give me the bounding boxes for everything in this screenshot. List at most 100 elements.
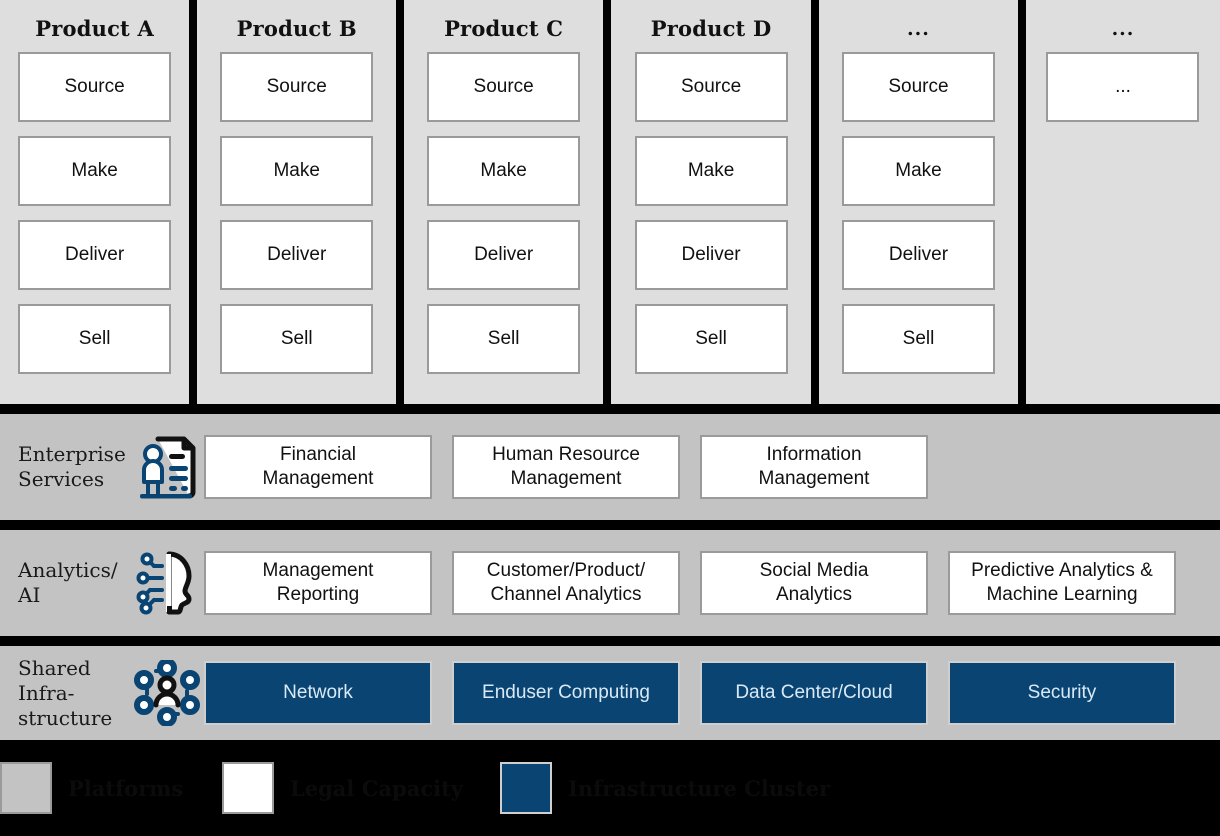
row-items-shared-infrastructure: Network Enduser Computing Data Center/Clou… <box>204 661 1220 725</box>
product-column-4[interactable]: Product D Source Make Deliver Sell <box>611 0 812 404</box>
row-label-line2: Infra- <box>18 680 75 705</box>
capability-box-enduser-computing[interactable]: Enduser Computing <box>452 661 680 725</box>
stage-box-make[interactable]: Make <box>841 136 995 206</box>
capability-label-line2: Management <box>758 468 870 489</box>
row-items-analytics-ai: Management Reporting Customer/Product/Chan… <box>204 551 1220 615</box>
stage-box-sell[interactable]: Sell <box>220 304 374 374</box>
product-band: Product A Source Make Deliver Sell Product B S… <box>0 0 1220 404</box>
product-column-title: Product B <box>236 16 357 41</box>
capability-label-line1: Human Resource <box>492 444 640 465</box>
stage-box-sell[interactable]: Sell <box>18 304 172 374</box>
stage-box-source[interactable]: Source <box>18 52 172 122</box>
column-divider <box>603 0 612 404</box>
capability-box-security[interactable]: Security <box>948 661 1176 725</box>
row-divider-1 <box>0 520 1220 530</box>
capability-label-line1: Management <box>262 560 374 581</box>
row-label-line1: Enterprise <box>18 442 126 466</box>
legend-swatch-white <box>222 762 274 814</box>
capability-label-line1: Security <box>1027 682 1097 703</box>
stage-box-source[interactable]: Source <box>634 52 788 122</box>
row-divider-2 <box>0 636 1220 646</box>
capability-box-predictive-analytics[interactable]: Predictive Analytics & Machine Learning <box>948 551 1176 615</box>
capability-box-information[interactable]: Information Management <box>700 435 928 499</box>
capability-label-line1: Enduser Computing <box>482 682 650 703</box>
row-label-enterprise-services: Enterprise Services <box>0 442 130 492</box>
legend-item-platforms: Platforms <box>0 762 183 814</box>
legend-swatch-blue <box>500 762 552 814</box>
capability-box-data-center-cloud[interactable]: Data Center/Cloud <box>700 661 928 725</box>
stage-box-sell[interactable]: Sell <box>841 304 995 374</box>
capability-box-human-resource[interactable]: Human Resource Management <box>452 435 680 499</box>
product-column-title: ... <box>1111 18 1135 40</box>
diagram-canvas: Product A Source Make Deliver Sell Product B S… <box>0 0 1220 836</box>
capability-label-line1: Customer/Product/ <box>486 560 646 581</box>
capability-label-line1: Network <box>283 682 353 703</box>
capability-label-line2: Machine Learning <box>986 584 1138 605</box>
stage-box-sell[interactable]: Sell <box>427 304 581 374</box>
product-column-1[interactable]: Product A Source Make Deliver Sell <box>0 0 190 404</box>
row-label-line2: AI <box>18 583 41 607</box>
product-column-6[interactable]: ...... <box>1025 0 1220 404</box>
product-column-2[interactable]: Product B Source Make Deliver Sell <box>197 0 397 404</box>
column-divider <box>811 0 820 404</box>
capability-label-line2: Management <box>510 468 622 489</box>
capability-box-social-media[interactable]: Social Media Analytics <box>700 551 928 615</box>
capability-label-line2: Channel Analytics <box>490 584 642 605</box>
person-document-icon <box>130 434 204 500</box>
row-label-shared-infrastructure: Shared Infra- structure <box>0 656 130 731</box>
stage-box-make[interactable]: Make <box>427 136 581 206</box>
capability-box-financial[interactable]: Financial Management <box>204 435 432 499</box>
row-label-line1: Analytics/ <box>18 558 118 582</box>
capability-box-customer-product[interactable]: Customer/Product/Channel Analytics <box>452 551 680 615</box>
stage-box-sell[interactable]: Sell <box>634 304 788 374</box>
stage-box-deliver[interactable]: Deliver <box>634 220 788 290</box>
legend-label: Platforms <box>68 775 184 801</box>
product-column-title: ... <box>907 18 930 40</box>
row-label-line2: Services <box>18 467 105 491</box>
column-divider <box>396 0 405 404</box>
legend-item-infrastructure-cluster: Infrastructure Cluster <box>500 762 830 814</box>
network-person-icon <box>130 660 204 726</box>
stage-box-source[interactable]: Source <box>220 52 374 122</box>
stage-box-source[interactable]: Source <box>841 52 995 122</box>
row-enterprise-services: Enterprise Services Financial Management H… <box>0 414 1220 520</box>
stage-box-source[interactable]: Source <box>427 52 581 122</box>
capability-box-network[interactable]: Network <box>204 661 432 725</box>
capability-box-management[interactable]: Management Reporting <box>204 551 432 615</box>
legend-item-legal-capacity: Legal Capacity <box>222 762 463 814</box>
stage-box-deliver[interactable]: Deliver <box>427 220 581 290</box>
stage-box-make[interactable]: Make <box>634 136 788 206</box>
stage-box-deliver[interactable]: Deliver <box>841 220 995 290</box>
column-divider <box>1017 0 1026 404</box>
stage-box-make[interactable]: Make <box>18 136 172 206</box>
capability-label-line1: Social Media <box>759 560 869 581</box>
product-column-title: Product A <box>35 16 154 41</box>
product-column-title: Product D <box>650 16 772 41</box>
legend-label: Legal Capacity <box>290 775 463 801</box>
capability-label-line2: Management <box>262 468 374 489</box>
stage-box-make[interactable]: Make <box>220 136 374 206</box>
ai-head-circuit-icon <box>130 550 204 616</box>
row-label-analytics-ai: Analytics/ AI <box>0 558 130 608</box>
product-column-title: Product C <box>444 16 564 41</box>
capability-label-line2: Analytics <box>775 584 853 605</box>
legend-label: Infrastructure Cluster <box>568 775 831 801</box>
product-column-3[interactable]: Product C Source Make Deliver Sell <box>404 0 604 404</box>
column-divider <box>189 0 198 404</box>
row-label-line1: Shared <box>18 655 91 680</box>
row-analytics-ai: Analytics/ AI Management Reporting Custo… <box>0 530 1220 636</box>
row-items-enterprise-services: Financial Management Human Resource Managem… <box>204 435 1220 499</box>
stage-box-ellipsis[interactable]: ... <box>1046 52 1200 122</box>
band-divider <box>0 404 1220 414</box>
legend-swatch-gray <box>0 762 52 814</box>
capability-label-line2: Reporting <box>276 584 360 605</box>
stage-box-deliver[interactable]: Deliver <box>18 220 172 290</box>
stage-box-deliver[interactable]: Deliver <box>220 220 374 290</box>
row-label-line3: structure <box>18 705 113 730</box>
capability-label-line1: Financial <box>279 444 357 465</box>
row-shared-infrastructure: Shared Infra- structure Network Enduser … <box>0 646 1220 740</box>
capability-label-line1: Information <box>766 444 862 465</box>
product-column-5[interactable]: ... Source Make Deliver Sell <box>819 0 1018 404</box>
capability-label-line1: Predictive Analytics & <box>971 560 1153 581</box>
capability-label-line1: Data Center/Cloud <box>735 682 893 703</box>
